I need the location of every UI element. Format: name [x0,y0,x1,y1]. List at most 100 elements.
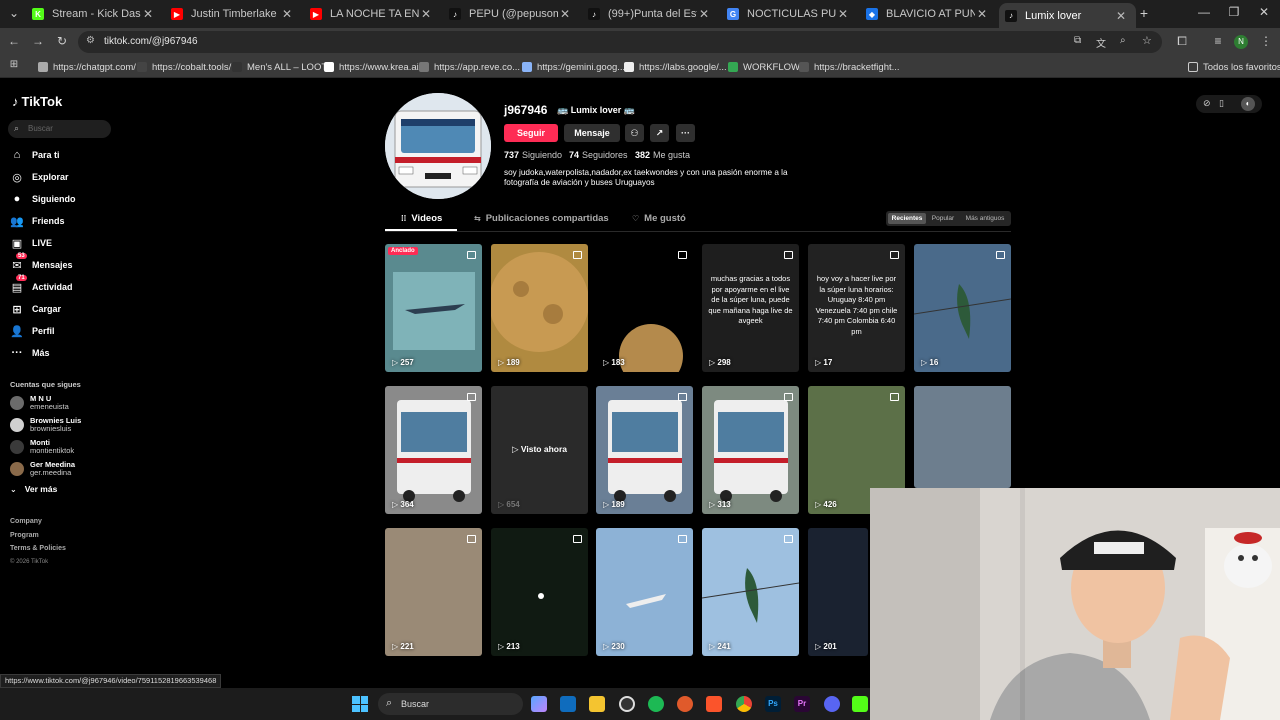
tab-videos[interactable]: ⁞⁞ Videos [401,213,442,224]
browser-tab[interactable]: ▶LA NOCHE TA EN ORT -✕ [304,3,441,25]
sort-recent[interactable]: Recientes [888,213,926,224]
sidebar-item-for-you[interactable]: ⌂ Para ti [10,147,60,163]
video-thumbnail[interactable] [914,386,1011,488]
browser-tab[interactable]: ♪ Lumix lover ✕ [999,3,1136,28]
sidebar-item-upload[interactable]: ⊞ Cargar [10,301,61,317]
opera-gx-icon[interactable] [677,696,693,712]
footer-link[interactable]: Program [10,532,39,539]
taskbar-search[interactable]: ⌕ Buscar [378,693,523,715]
compass-icon[interactable]: ⊘ [1203,98,1211,109]
spotify-icon[interactable] [648,696,664,712]
see-more-link[interactable]: ⌄ Ver más [10,484,57,494]
tab-liked[interactable]: ♡ Me gustó [632,213,686,224]
file-explorer-icon[interactable] [589,696,605,712]
message-button[interactable]: Mensaje [564,124,620,142]
video-thumbnail[interactable]: ▷ 16 [914,244,1011,372]
video-thumbnail[interactable]: muchas gracias a todos por apoyarme en e… [702,244,799,372]
search-input[interactable]: ⌕ Buscar [8,120,111,138]
close-tab-icon[interactable]: ✕ [975,7,989,21]
discord-icon[interactable] [824,696,840,712]
follow-button[interactable]: Seguir [504,124,558,142]
premiere-icon[interactable]: Pr [794,696,810,712]
add-friend-icon[interactable]: ⚇ [625,124,644,142]
tab-reposts[interactable]: ⇆ Publicaciones compartidas [474,213,609,224]
browser-tab[interactable]: GNOCTICULAS PUNTA DE✕ [721,3,858,25]
kick-icon[interactable] [852,696,868,712]
following-stat[interactable]: 737 Siguiendo [504,150,562,160]
start-icon[interactable] [352,696,368,712]
url-field[interactable]: ⚙ tiktok.com/@j967946 ⧉ 文 ⌕ ☆ [78,31,1162,53]
bookmark-item[interactable]: https://www.krea.ai/ [324,60,421,74]
close-tab-icon[interactable]: ✕ [141,7,155,21]
close-tab-icon[interactable]: ✕ [1114,9,1128,23]
close-tab-icon[interactable]: ✕ [697,7,711,21]
video-thumbnail[interactable]: Anclado ▷ 257 [385,244,482,372]
video-thumbnail[interactable]: ▷ 230 [596,528,693,656]
forward-icon[interactable]: → [30,34,46,48]
chrome-icon[interactable] [736,696,752,712]
menu-icon[interactable]: ⋮ [1258,34,1274,48]
sidebar-item-live[interactable]: ▣ LIVE [10,235,52,251]
brave-icon[interactable] [706,696,722,712]
browser-tab[interactable]: ♪(99+)Punta del Este Boat✕ [582,3,719,25]
sidebar-item-following[interactable]: ● Siguiendo [10,191,76,207]
obs-icon[interactable] [619,696,635,712]
bookmark-item[interactable]: https://app.reve.co... [419,60,520,74]
sidebar-item-messages[interactable]: ✉ 53 Mensajes [10,252,73,273]
sidebar-item-more[interactable]: ··· Más [10,345,50,361]
zoom-icon[interactable]: ⌕ [1120,35,1126,46]
sidebar-item-activity[interactable]: ▤ 71 Actividad [10,274,73,295]
maximize-icon[interactable]: ❐ [1226,5,1242,19]
video-thumbnail[interactable]: ▷ 313 [702,386,799,514]
profile-avatar[interactable]: N [1234,35,1248,49]
minimize-icon[interactable]: — [1196,5,1212,19]
sidebar-item-friends[interactable]: 👥 Friends [10,213,64,229]
close-tab-icon[interactable]: ✕ [836,7,850,21]
followed-account[interactable]: Brownies Luis browniesluis [10,414,81,436]
user-avatar[interactable]: ◐ [1241,97,1255,111]
profile-avatar-large[interactable] [385,93,491,199]
video-thumbnail[interactable]: ▷ 364 [385,386,482,514]
browser-tab[interactable]: KStream - Kick Dashboard✕ [26,3,163,25]
close-tab-icon[interactable]: ✕ [419,7,433,21]
followed-account[interactable]: M N Uemeneuista [10,392,69,414]
followed-account[interactable]: Ger Meedina ger.meedina [10,458,75,480]
copilot-icon[interactable] [531,696,547,712]
video-thumbnail[interactable]: ▷ 213 [491,528,588,656]
video-thumbnail[interactable]: ▷ 241 [702,528,799,656]
outlook-icon[interactable] [560,696,576,712]
bookmark-item[interactable]: https://labs.google/... [624,60,727,74]
photoshop-icon[interactable]: Ps [765,696,781,712]
site-info-icon[interactable]: ⚙ [86,35,95,46]
followed-account[interactable]: Monti montientiktok [10,436,74,458]
video-thumbnail[interactable]: ▷ 189 [596,386,693,514]
close-window-icon[interactable]: ✕ [1256,5,1272,19]
video-thumbnail[interactable]: ▷ Visto ahora ▷ 654 [491,386,588,514]
all-favorites[interactable]: Todos los favoritos [1188,60,1280,74]
apps-icon[interactable]: ⊞ [6,59,22,70]
extensions-icon[interactable]: ⧠ [1174,34,1190,49]
translate-icon[interactable]: 文 [1096,35,1106,50]
video-thumbnail[interactable]: ▷ 189 [491,244,588,372]
sort-oldest[interactable]: Más antiguos [962,213,1008,224]
close-tab-icon[interactable]: ✕ [280,7,294,21]
install-icon[interactable]: ⧉ [1074,35,1081,46]
back-icon[interactable]: ← [6,34,22,48]
video-thumbnail[interactable]: ▷ 183 [596,244,693,372]
bookmark-star-icon[interactable]: ☆ [1142,34,1152,47]
close-tab-icon[interactable]: ✕ [558,7,572,21]
reload-icon[interactable]: ↻ [54,34,70,48]
browser-tab[interactable]: ▶Justin Timberlake - Suit &✕ [165,3,302,25]
tiktok-logo[interactable]: ♪ TikTok [12,94,62,109]
followers-stat[interactable]: 74 Seguidores [569,150,628,160]
sidebar-item-profile[interactable]: 👤 Perfil [10,323,54,339]
more-options-icon[interactable]: ··· [676,124,695,142]
new-tab-icon[interactable]: + [1136,5,1152,21]
footer-link[interactable]: Terms & Policies [10,545,66,552]
video-thumbnail[interactable]: ▷ 221 [385,528,482,656]
bookmark-item[interactable]: Men's ALL – LOOT [232,60,327,74]
bookmark-item[interactable]: https://bracketfight... [799,60,900,74]
browser-tab[interactable]: ◆BLAVICIO AT PUNTA DE✕ [860,3,997,25]
device-icon[interactable]: ▯ [1219,98,1224,109]
video-thumbnail[interactable]: ▷ 201 [808,528,868,656]
